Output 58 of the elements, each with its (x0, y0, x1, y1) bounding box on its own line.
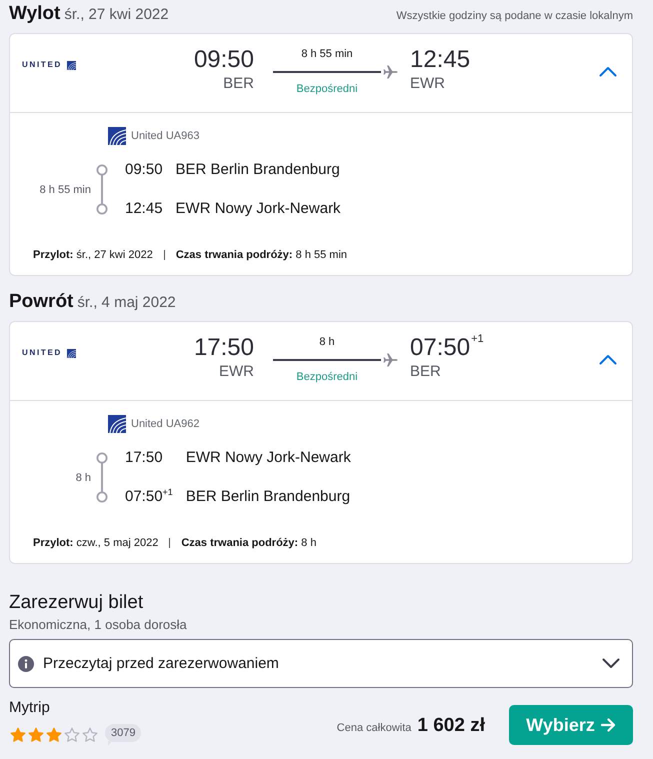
departure-time: 17:50 (194, 335, 254, 361)
airline-emblem-icon (66, 60, 76, 70)
price-label: Cena całkowita (336, 722, 412, 734)
flight-date: śr., 4 maj 2022 (77, 294, 176, 311)
section-title: Wylot (9, 2, 60, 26)
review-count: 3079 (105, 724, 142, 745)
arrival-airport-code: EWR (410, 74, 445, 94)
airline-logo-icon (108, 415, 126, 433)
airline-logo-icon (108, 127, 126, 145)
arrow-right-icon (600, 718, 616, 732)
section-title: Powrót (9, 290, 74, 314)
flight-number: United UA962 (131, 417, 200, 431)
departure-airport-code: BER (223, 74, 254, 94)
flight-duration: 8 h 55 min (301, 47, 353, 61)
trip-duration-info: Czas trwania podróży: 8 h 55 min (176, 248, 348, 262)
timezone-note: Wszystkie godziny są podane w czasie lokalnym (396, 10, 633, 22)
flight-number: United UA963 (131, 129, 200, 143)
star-icon (46, 727, 62, 743)
airline-wordmark: UNITED (22, 348, 62, 358)
plane-icon (383, 353, 398, 367)
segment-duration: 8 h 55 min (40, 182, 91, 196)
arrival-info: Przylot: śr., 27 kwi 2022 (33, 248, 153, 262)
arrival-info: Przylot: czw., 5 maj 2022 (33, 536, 158, 550)
chevron-down-icon (602, 658, 620, 669)
notice-dropdown[interactable]: Przeczytaj przed zarezerwowaniem (9, 639, 633, 688)
stop-time: 12:45 (125, 199, 163, 219)
stop-airport: EWR Nowy Jork-Newark (186, 448, 351, 468)
chevron-up-icon[interactable] (599, 66, 617, 77)
stop-time: 17:50 (125, 448, 163, 468)
departure-airport-code: EWR (219, 362, 254, 382)
stop-airport: EWR Nowy Jork-Newark (176, 199, 341, 219)
booking-title: Zarezerwuj bilet (9, 591, 144, 615)
star-outline-icon (64, 727, 80, 743)
flight-date: śr., 27 kwi 2022 (64, 6, 169, 23)
stop-time: 07:50$^{+1}$ (125, 487, 173, 507)
stop-airport: BER Berlin Brandenburg (186, 487, 350, 507)
airline-wordmark: UNITED (22, 60, 62, 70)
direct-flight-label: Bezpośredni (296, 82, 358, 96)
arrival-airport-code: BER (410, 362, 441, 382)
trip-duration-info: Czas trwania podróży: 8 h (181, 536, 316, 550)
flight-duration: 8 h (319, 335, 335, 349)
segment-duration: 8 h (76, 470, 91, 484)
stop-airport: BER Berlin Brandenburg (176, 160, 340, 180)
total-price: 1 602 zł (417, 715, 485, 737)
airline-emblem-icon (66, 348, 76, 358)
stop-time: 09:50 (125, 160, 163, 180)
arrival-time: 07:50$^{+1}$ (410, 335, 484, 361)
star-icon (10, 727, 26, 743)
chevron-up-icon[interactable] (599, 354, 617, 365)
arrival-time: 12:45 (410, 47, 470, 73)
fare-summary: Ekonomiczna, 1 osoba dorosła (9, 617, 187, 633)
info-icon (18, 656, 34, 672)
plane-icon (383, 65, 398, 79)
star-outline-icon (82, 727, 98, 743)
provider-name: Mytrip (9, 698, 50, 718)
departure-time: 09:50 (194, 47, 254, 73)
star-icon (28, 727, 44, 743)
direct-flight-label: Bezpośredni (296, 370, 358, 384)
